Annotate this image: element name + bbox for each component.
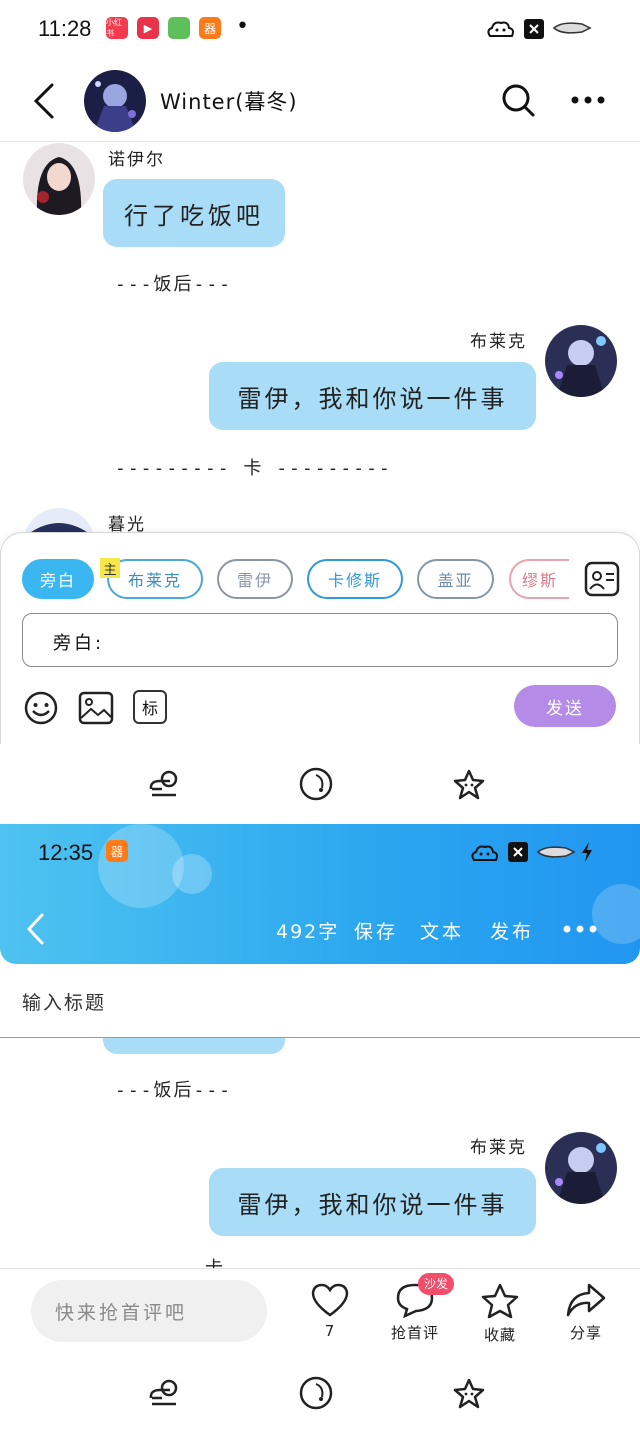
editor-status-time: 12:35 bbox=[38, 840, 94, 865]
favorite-action[interactable]: 收藏 bbox=[470, 1282, 530, 1345]
editor-back-icon[interactable] bbox=[24, 912, 46, 946]
favorite-label: 收藏 bbox=[483, 1326, 516, 1344]
mark-tool-label: 标 bbox=[141, 699, 158, 718]
editor-wifi-cloud-icon bbox=[471, 845, 498, 861]
preview-message-bubble-black: 雷伊，我和你说一件事 bbox=[209, 1168, 536, 1236]
nav-recent-apps-icon[interactable] bbox=[148, 769, 180, 801]
input-role-prefix: 旁白: bbox=[53, 633, 105, 654]
preview-avatar-black bbox=[545, 1132, 617, 1204]
preview-scene-after-meal: ---饭后--- bbox=[115, 1080, 233, 1101]
more-icon[interactable] bbox=[570, 95, 606, 105]
heart-icon bbox=[311, 1283, 349, 1317]
header-avatar[interactable] bbox=[84, 70, 146, 132]
comment-placeholder: 快来抢首评吧 bbox=[55, 1302, 188, 1324]
chat-header: Winter(暮冬) bbox=[0, 62, 640, 142]
notification-dot: • bbox=[236, 14, 249, 39]
sofa-badge: 沙发 bbox=[418, 1273, 455, 1295]
contact-card-icon[interactable] bbox=[584, 561, 620, 597]
message-bubble-black[interactable]: 雷伊，我和你说一件事 bbox=[209, 362, 536, 430]
like-action[interactable]: 7 bbox=[300, 1282, 360, 1340]
editor-close-box-icon bbox=[508, 842, 528, 862]
scene-text-card: --------- 卡 --------- bbox=[115, 458, 392, 479]
decor-bubble-right bbox=[592, 884, 640, 944]
app-icon-orange: 器 bbox=[199, 17, 221, 39]
editor-battery-icon bbox=[536, 846, 576, 858]
nav2-home-icon[interactable] bbox=[298, 1375, 334, 1411]
status-bar: 11:28 小红书 ▶ 器 • bbox=[0, 0, 640, 60]
share-arrow-icon bbox=[566, 1283, 606, 1317]
nav-back-star-icon[interactable] bbox=[452, 768, 486, 800]
editor-more-icon[interactable] bbox=[562, 924, 598, 934]
decor-bubble-large bbox=[98, 824, 184, 908]
comment-input[interactable]: 快来抢首评吧 bbox=[31, 1280, 267, 1342]
save-button[interactable]: 保存 bbox=[354, 917, 398, 944]
avatar-noel[interactable] bbox=[23, 143, 95, 215]
app-icon-video: ▶ bbox=[137, 17, 159, 39]
publish-button[interactable]: 发布 bbox=[490, 917, 534, 944]
wifi-cloud-icon bbox=[487, 21, 514, 37]
preview-sender-name-black: 布莱克 bbox=[470, 1138, 527, 1158]
message-input[interactable]: 旁白: bbox=[22, 613, 618, 667]
main-role-badge: 主 bbox=[100, 558, 120, 578]
role-chip-muse[interactable]: 缪斯 bbox=[509, 559, 569, 599]
app-icon-game bbox=[168, 17, 190, 39]
editor-app-icon-orange: 器 bbox=[106, 840, 128, 862]
search-icon[interactable] bbox=[500, 82, 536, 118]
like-count: 7 bbox=[324, 1322, 336, 1340]
text-button[interactable]: 文本 bbox=[420, 917, 464, 944]
title-input[interactable]: 输入标题 bbox=[0, 964, 640, 1038]
chat-title: Winter(暮冬) bbox=[160, 90, 298, 114]
title-placeholder: 输入标题 bbox=[22, 992, 107, 1014]
sender-name-noel: 诺伊尔 bbox=[108, 150, 165, 170]
comment-label: 抢首评 bbox=[390, 1324, 439, 1342]
preview-scene-card: 卡 bbox=[205, 1254, 225, 1268]
nav-home-icon[interactable] bbox=[298, 766, 334, 802]
role-chip-cassius[interactable]: 卡修斯 bbox=[307, 559, 403, 599]
charging-icon bbox=[582, 842, 592, 862]
emoji-icon[interactable] bbox=[23, 690, 59, 726]
avatar-black[interactable] bbox=[545, 325, 617, 397]
battery-icon bbox=[552, 22, 592, 34]
star-icon bbox=[481, 1283, 519, 1319]
preview-bubble-fragment bbox=[103, 1038, 285, 1054]
nav2-recent-apps-icon[interactable] bbox=[148, 1378, 180, 1410]
role-chip-black[interactable]: 布莱克 bbox=[107, 559, 203, 599]
close-box-icon bbox=[524, 19, 544, 39]
share-label: 分享 bbox=[569, 1324, 602, 1342]
scene-text-after-meal: ---饭后--- bbox=[115, 274, 233, 295]
role-chip-ray[interactable]: 雷伊 bbox=[217, 559, 293, 599]
sender-name-black: 布莱克 bbox=[470, 332, 527, 352]
decor-bubble-small bbox=[172, 854, 212, 894]
word-count: 492字 bbox=[276, 921, 340, 943]
mark-tool-button[interactable]: 标 bbox=[133, 690, 167, 724]
status-time: 11:28 bbox=[38, 16, 92, 41]
image-icon[interactable] bbox=[78, 690, 114, 726]
message-bubble-noel[interactable]: 行了吃饭吧 bbox=[103, 179, 285, 247]
nav2-back-star-icon[interactable] bbox=[452, 1377, 486, 1409]
back-chevron-icon[interactable] bbox=[30, 82, 56, 120]
share-action[interactable]: 分享 bbox=[556, 1282, 616, 1343]
role-chip-narrator[interactable]: 旁白 bbox=[22, 559, 94, 599]
role-chip-gaia[interactable]: 盖亚 bbox=[417, 559, 494, 599]
app-icon-xiaohongshu: 小红书 bbox=[106, 17, 128, 39]
send-button[interactable]: 发送 bbox=[514, 685, 616, 727]
